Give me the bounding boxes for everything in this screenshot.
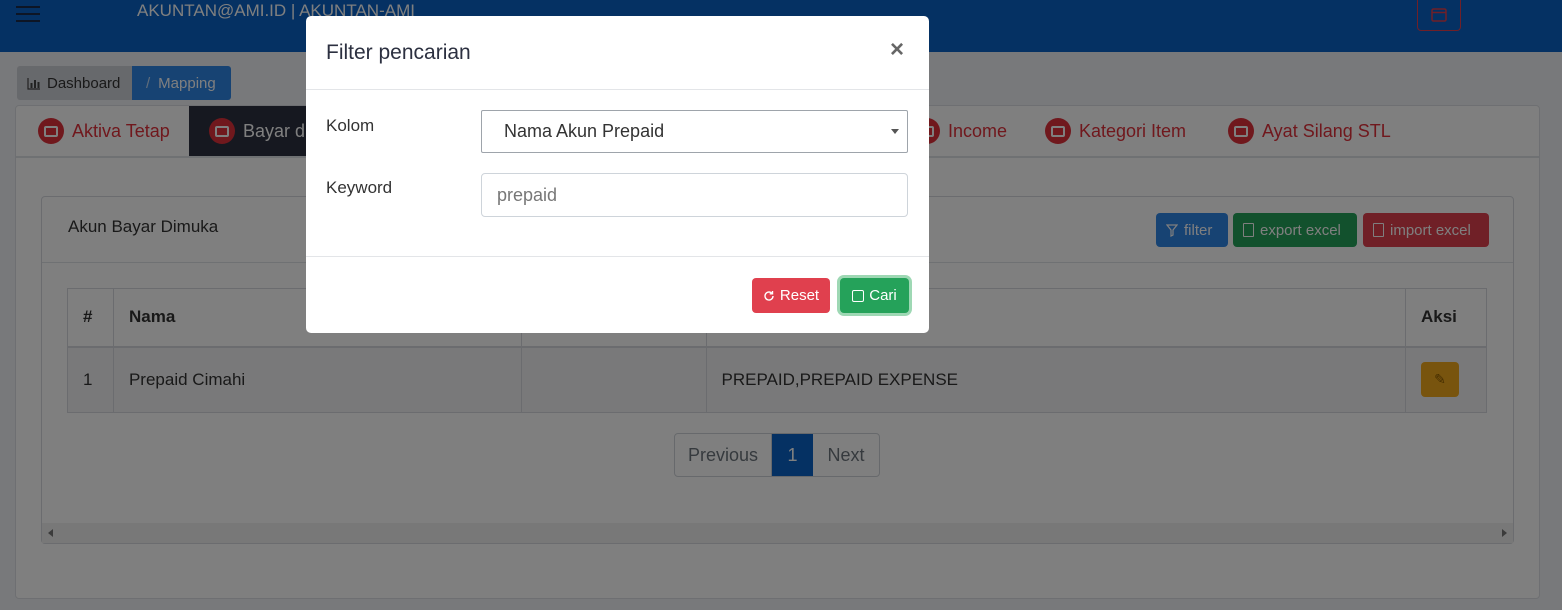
cari-label: Cari xyxy=(869,287,897,304)
reset-label: Reset xyxy=(779,287,820,304)
kolom-selected-value: Nama Akun Prepaid xyxy=(504,121,665,141)
modal-title: Filter pencarian xyxy=(326,41,471,64)
close-icon[interactable]: × xyxy=(890,38,904,62)
filter-modal: Filter pencarian × Kolom Nama Akun Prepa… xyxy=(306,16,929,333)
kolom-select[interactable]: Nama Akun Prepaid xyxy=(481,110,908,153)
cari-button[interactable]: Cari xyxy=(840,278,909,313)
kolom-label: Kolom xyxy=(326,116,375,135)
keyword-input[interactable]: prepaid xyxy=(481,173,908,217)
modal-header: Filter pencarian × xyxy=(306,16,929,90)
reset-button[interactable]: Reset xyxy=(752,278,830,313)
modal-body: Kolom Nama Akun Prepaid Keyword prepaid xyxy=(306,90,929,257)
save-icon xyxy=(852,289,865,302)
keyword-label: Keyword xyxy=(326,178,393,197)
refresh-icon xyxy=(764,290,774,301)
chevron-down-icon xyxy=(891,129,899,134)
